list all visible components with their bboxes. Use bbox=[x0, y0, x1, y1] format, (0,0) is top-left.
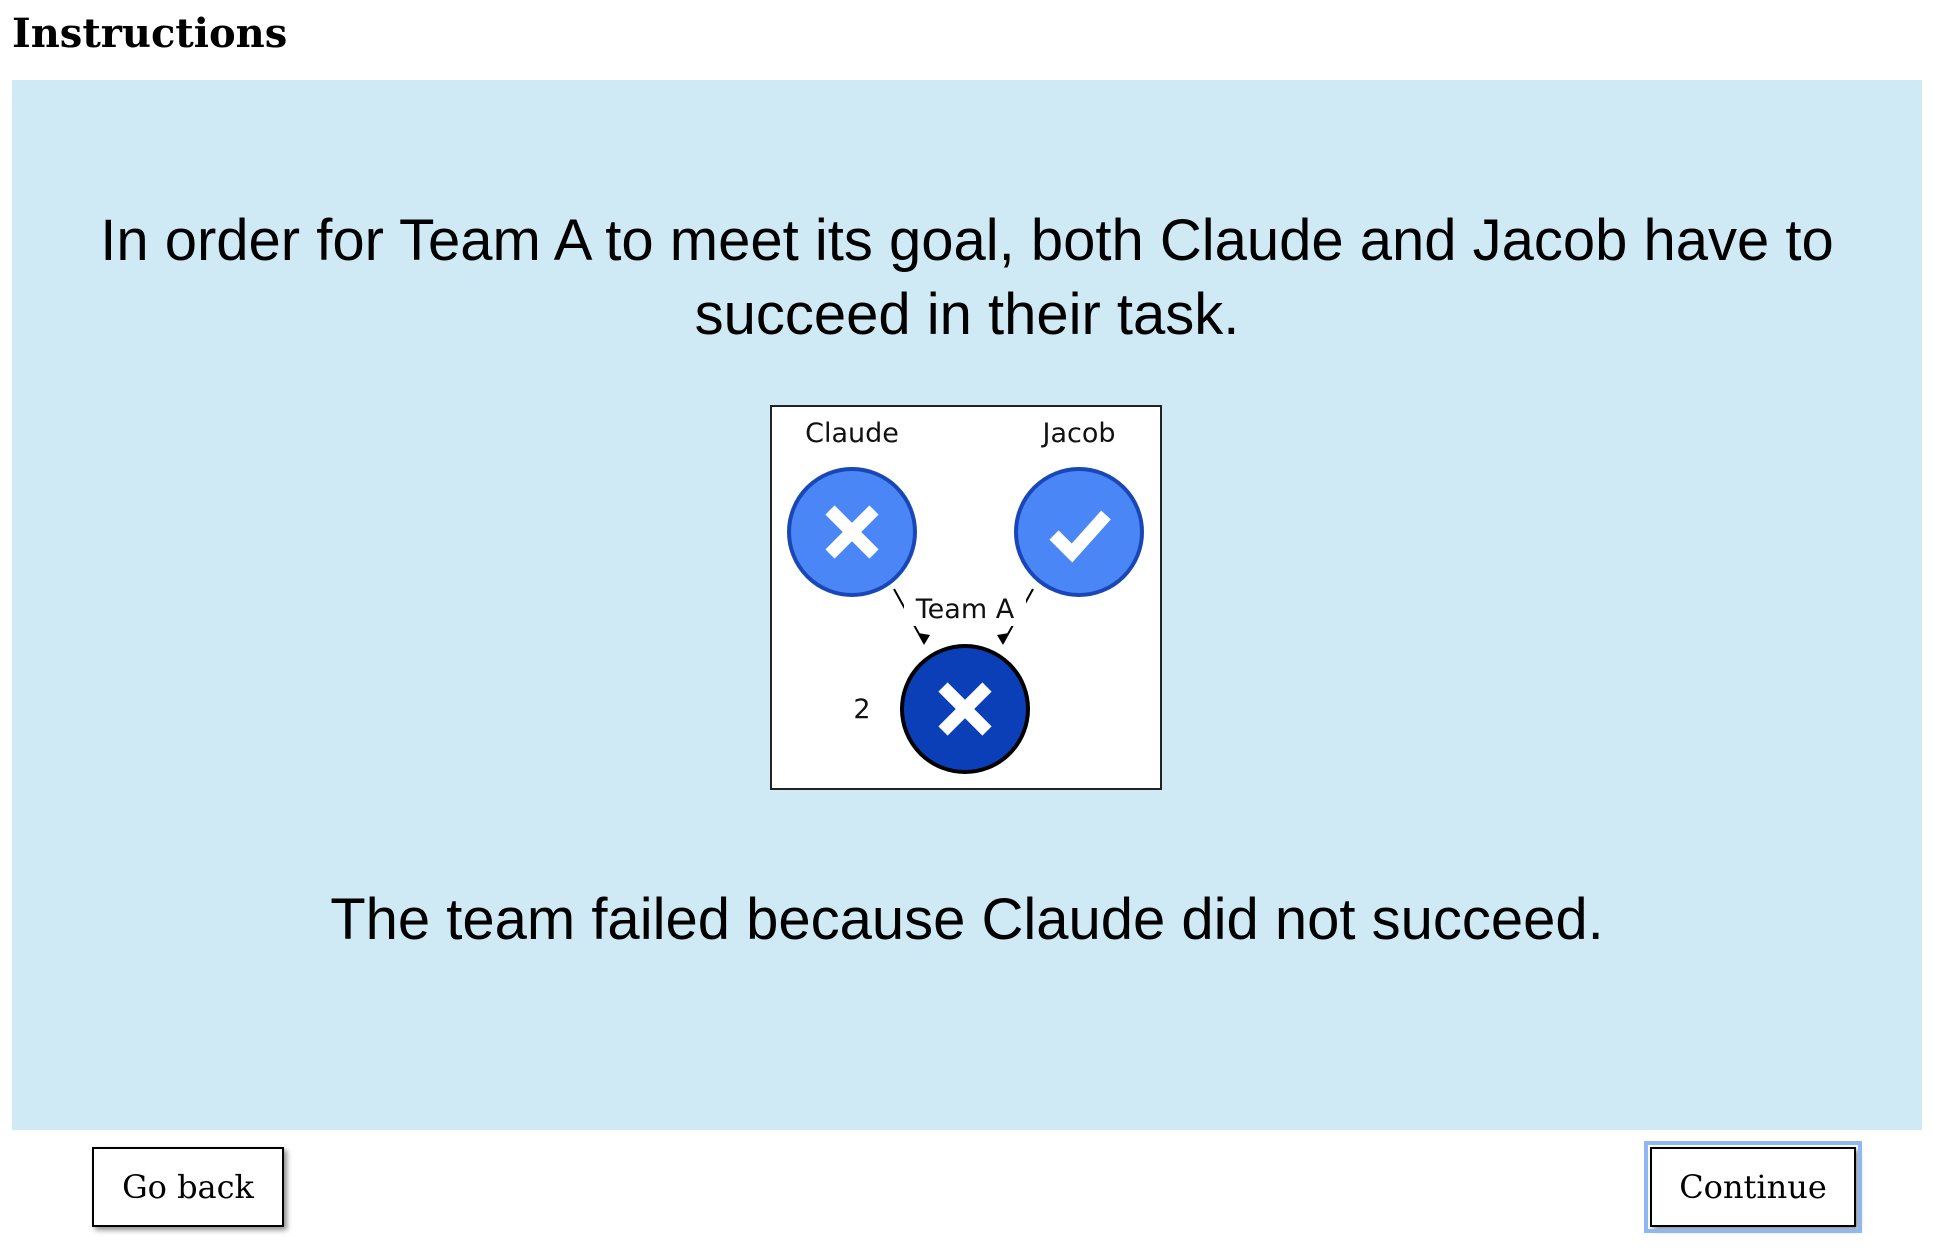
page-title: Instructions bbox=[12, 10, 288, 57]
member-label-claude: Claude bbox=[805, 418, 899, 449]
result-statement: The team failed because Claude did not s… bbox=[330, 887, 1604, 952]
team-node bbox=[900, 644, 1030, 774]
member-node-jacob bbox=[1014, 467, 1144, 597]
member-node-claude bbox=[787, 467, 917, 597]
continue-button[interactable]: Continue bbox=[1644, 1141, 1862, 1233]
arrowhead-claude bbox=[918, 633, 930, 645]
goal-statement: In order for Team A to meet its goal, bo… bbox=[100, 208, 1834, 347]
arrowhead-jacob bbox=[997, 633, 1009, 645]
team-diagram: Claude Jacob Team A 2 bbox=[770, 405, 1162, 790]
team-label: Team A bbox=[915, 594, 1015, 625]
member-label-jacob: Jacob bbox=[1040, 418, 1115, 449]
go-back-button[interactable]: Go back bbox=[92, 1147, 284, 1227]
instruction-panel: In order for Team A to meet its goal, bo… bbox=[12, 80, 1922, 1130]
team-number-label: 2 bbox=[853, 694, 870, 725]
team-diagram-graphic: Claude Jacob Team A 2 bbox=[787, 418, 1144, 774]
